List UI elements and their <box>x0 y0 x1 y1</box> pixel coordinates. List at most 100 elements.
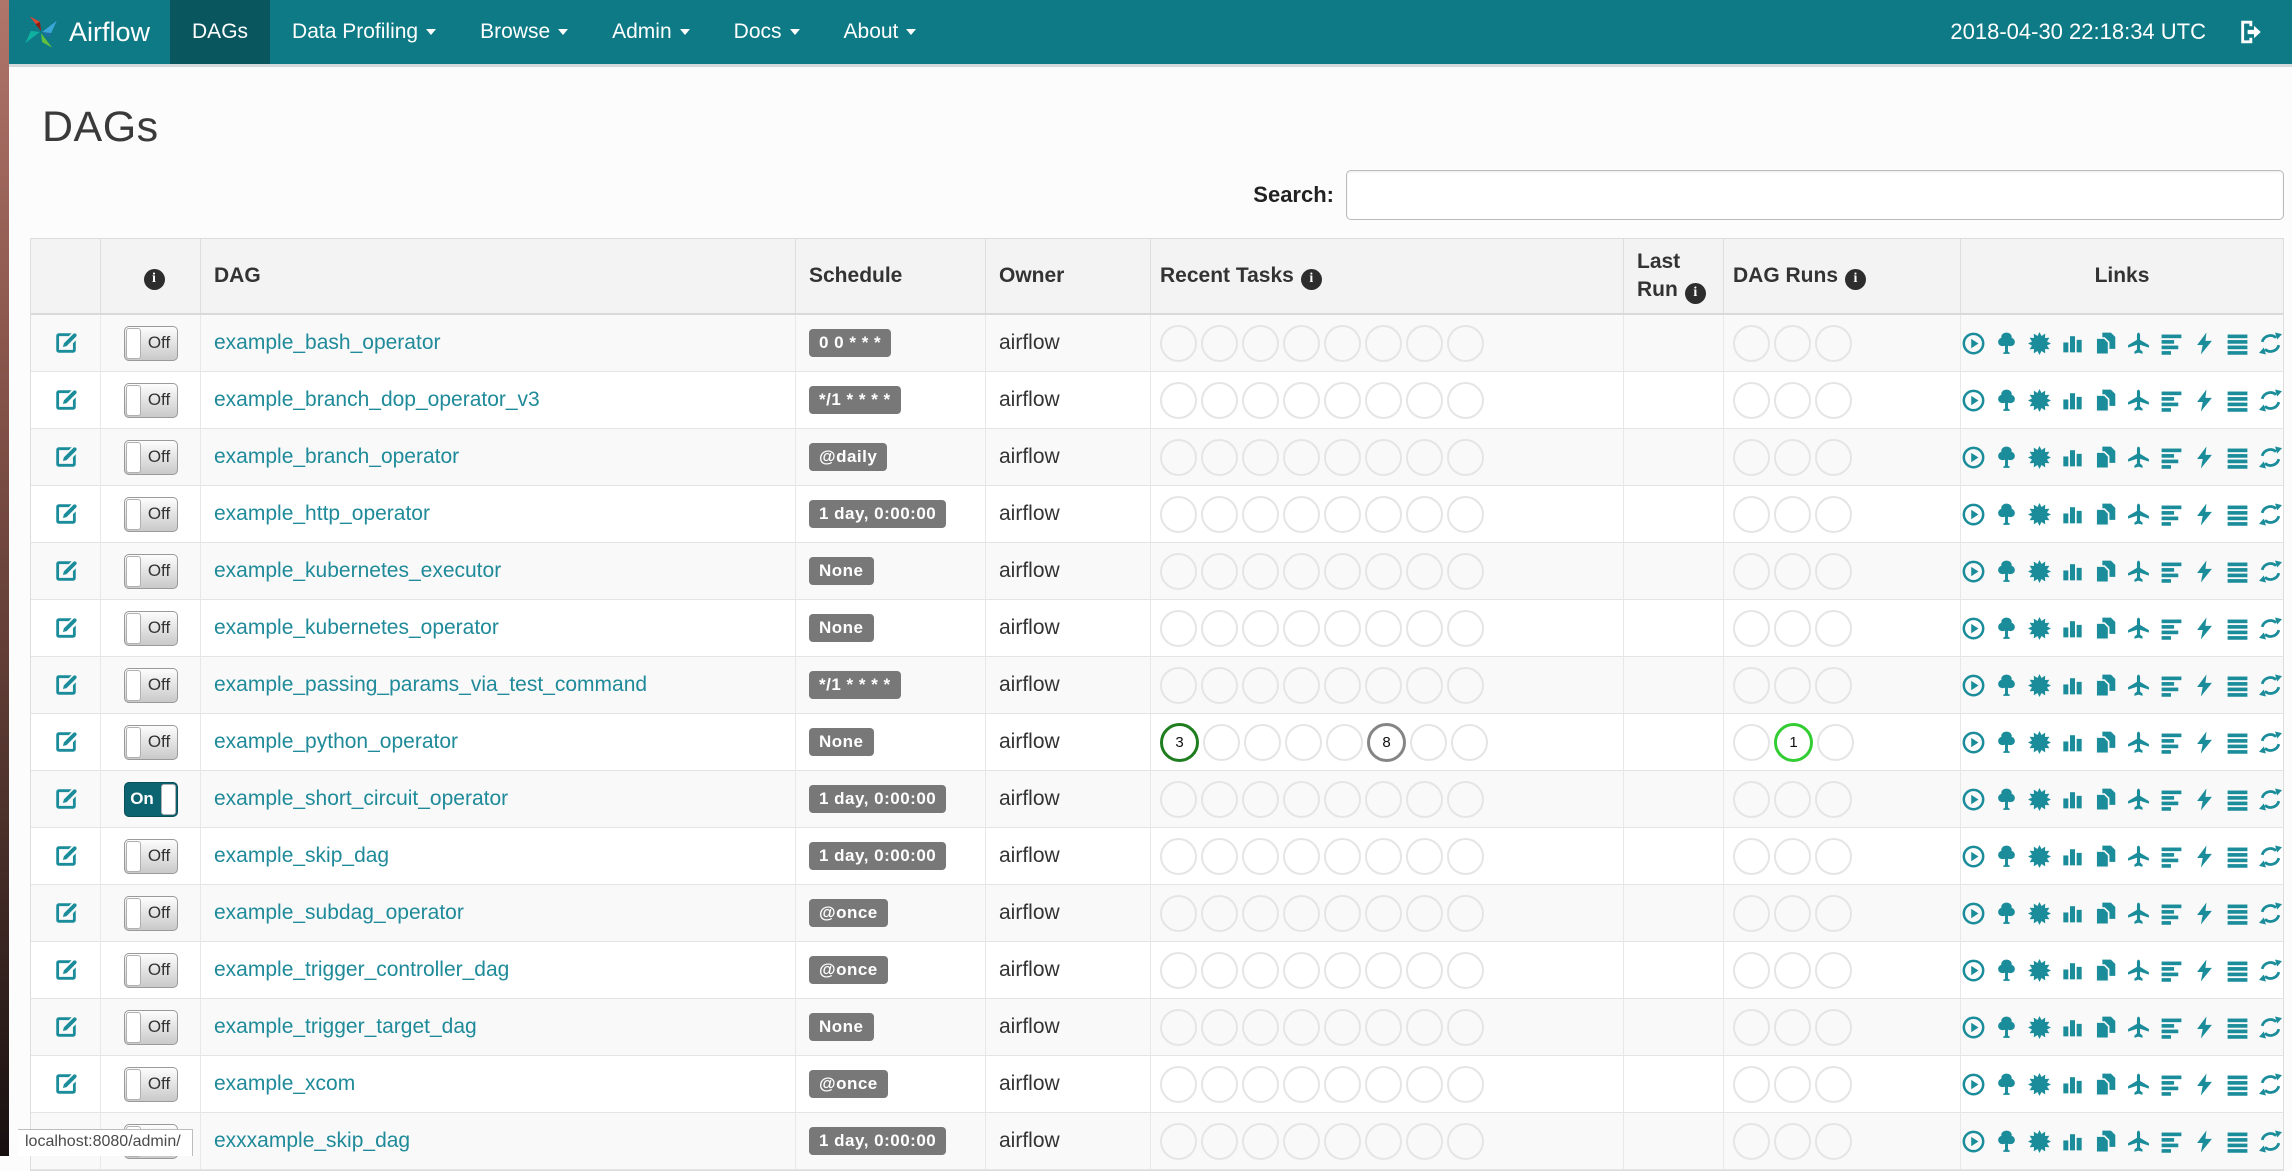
tree-view-icon[interactable] <box>1994 331 2019 356</box>
dag-run-state-circle-1[interactable] <box>1733 495 1770 533</box>
refresh-icon[interactable] <box>2258 331 2283 356</box>
task-state-circle-4[interactable] <box>1283 495 1320 533</box>
gantt-view-icon[interactable] <box>2159 445 2184 470</box>
dag-pause-toggle[interactable]: Off <box>123 553 178 589</box>
graph-view-icon[interactable] <box>2027 1015 2052 1040</box>
task-state-circle-2[interactable] <box>1203 723 1240 761</box>
task-state-circle-1[interactable] <box>1160 951 1197 989</box>
task-tries-icon[interactable] <box>2093 787 2118 812</box>
dag-link[interactable]: example_branch_dop_operator_v3 <box>214 388 540 412</box>
task-state-circle-5[interactable] <box>1324 1008 1361 1046</box>
graph-view-icon[interactable] <box>2027 331 2052 356</box>
refresh-icon[interactable] <box>2258 787 2283 812</box>
code-view-icon[interactable] <box>2192 1015 2217 1040</box>
code-view-icon[interactable] <box>2192 958 2217 983</box>
task-duration-icon[interactable] <box>2060 673 2085 698</box>
landing-times-icon[interactable] <box>2126 1129 2151 1154</box>
task-state-circle-2[interactable] <box>1201 951 1238 989</box>
task-state-circle-2[interactable] <box>1201 552 1238 590</box>
task-tries-icon[interactable] <box>2093 673 2118 698</box>
trigger-dag-icon[interactable] <box>1961 445 1986 470</box>
gantt-view-icon[interactable] <box>2159 331 2184 356</box>
task-state-circle-4[interactable] <box>1283 1065 1320 1103</box>
dag-pause-toggle[interactable]: Off <box>123 667 178 703</box>
task-state-circle-1[interactable] <box>1160 1122 1197 1160</box>
edit-dag-icon[interactable] <box>53 729 79 755</box>
logs-icon[interactable] <box>2225 901 2250 926</box>
task-state-circle-1[interactable] <box>1160 552 1197 590</box>
task-state-circle-4[interactable] <box>1283 780 1320 818</box>
graph-view-icon[interactable] <box>2027 901 2052 926</box>
task-state-circle-4[interactable] <box>1283 951 1320 989</box>
dag-run-state-circle-1[interactable] <box>1733 723 1770 761</box>
task-state-circle-8[interactable] <box>1447 1008 1484 1046</box>
graph-view-icon[interactable] <box>2027 730 2052 755</box>
edit-dag-icon[interactable] <box>53 900 79 926</box>
dag-run-state-circle-1[interactable] <box>1733 324 1770 362</box>
task-state-circle-3[interactable] <box>1242 438 1279 476</box>
logs-icon[interactable] <box>2225 388 2250 413</box>
dag-run-state-circle-3[interactable] <box>1815 837 1852 875</box>
task-duration-icon[interactable] <box>2060 901 2085 926</box>
tree-view-icon[interactable] <box>1994 559 2019 584</box>
task-state-circle-2[interactable] <box>1201 609 1238 647</box>
refresh-icon[interactable] <box>2258 901 2283 926</box>
task-state-circle-2[interactable] <box>1201 894 1238 932</box>
nav-item-about[interactable]: About <box>822 0 939 64</box>
tree-view-icon[interactable] <box>1994 1129 2019 1154</box>
task-state-circle-6[interactable] <box>1365 552 1402 590</box>
landing-times-icon[interactable] <box>2126 559 2151 584</box>
task-duration-icon[interactable] <box>2060 616 2085 641</box>
tree-view-icon[interactable] <box>1994 388 2019 413</box>
task-state-circle-8[interactable] <box>1451 723 1488 761</box>
edit-dag-icon[interactable] <box>53 1014 79 1040</box>
logs-icon[interactable] <box>2225 1072 2250 1097</box>
task-state-circle-3[interactable] <box>1242 552 1279 590</box>
refresh-icon[interactable] <box>2258 616 2283 641</box>
landing-times-icon[interactable] <box>2126 844 2151 869</box>
task-state-circle-4[interactable] <box>1283 438 1320 476</box>
task-state-circle-4[interactable] <box>1283 609 1320 647</box>
graph-view-icon[interactable] <box>2027 1129 2052 1154</box>
refresh-icon[interactable] <box>2258 559 2283 584</box>
task-state-circle-7[interactable] <box>1406 1008 1443 1046</box>
task-tries-icon[interactable] <box>2093 1129 2118 1154</box>
task-state-circle-6[interactable] <box>1365 1065 1402 1103</box>
task-duration-icon[interactable] <box>2060 1129 2085 1154</box>
dag-run-state-circle-1[interactable] <box>1733 666 1770 704</box>
refresh-icon[interactable] <box>2258 502 2283 527</box>
dag-run-state-circle-3[interactable] <box>1817 723 1854 761</box>
code-view-icon[interactable] <box>2192 1129 2217 1154</box>
edit-dag-icon[interactable] <box>53 444 79 470</box>
trigger-dag-icon[interactable] <box>1961 1072 1986 1097</box>
code-view-icon[interactable] <box>2192 1072 2217 1097</box>
dag-run-state-circle-3[interactable] <box>1815 894 1852 932</box>
task-state-circle-6[interactable] <box>1365 609 1402 647</box>
dag-run-state-circle-3[interactable] <box>1815 780 1852 818</box>
task-state-circle-1[interactable] <box>1160 894 1197 932</box>
dag-pause-toggle[interactable]: Off <box>123 838 178 874</box>
gantt-view-icon[interactable] <box>2159 1129 2184 1154</box>
task-state-circle-1[interactable] <box>1160 1065 1197 1103</box>
edit-dag-icon[interactable] <box>53 501 79 527</box>
task-duration-icon[interactable] <box>2060 331 2085 356</box>
landing-times-icon[interactable] <box>2126 730 2151 755</box>
code-view-icon[interactable] <box>2192 844 2217 869</box>
task-state-circle-1[interactable] <box>1160 837 1197 875</box>
task-tries-icon[interactable] <box>2093 844 2118 869</box>
task-state-circle-2[interactable] <box>1201 666 1238 704</box>
task-duration-icon[interactable] <box>2060 559 2085 584</box>
nav-item-dags[interactable]: DAGs <box>170 0 271 64</box>
dag-run-state-circle-3[interactable] <box>1815 552 1852 590</box>
task-state-circle-8[interactable] <box>1447 780 1484 818</box>
code-view-icon[interactable] <box>2192 388 2217 413</box>
refresh-icon[interactable] <box>2258 1072 2283 1097</box>
task-tries-icon[interactable] <box>2093 1015 2118 1040</box>
gantt-view-icon[interactable] <box>2159 787 2184 812</box>
task-state-circle-4[interactable] <box>1283 324 1320 362</box>
task-state-circle-6[interactable] <box>1365 780 1402 818</box>
logs-icon[interactable] <box>2225 787 2250 812</box>
code-view-icon[interactable] <box>2192 787 2217 812</box>
logs-icon[interactable] <box>2225 559 2250 584</box>
refresh-icon[interactable] <box>2258 445 2283 470</box>
